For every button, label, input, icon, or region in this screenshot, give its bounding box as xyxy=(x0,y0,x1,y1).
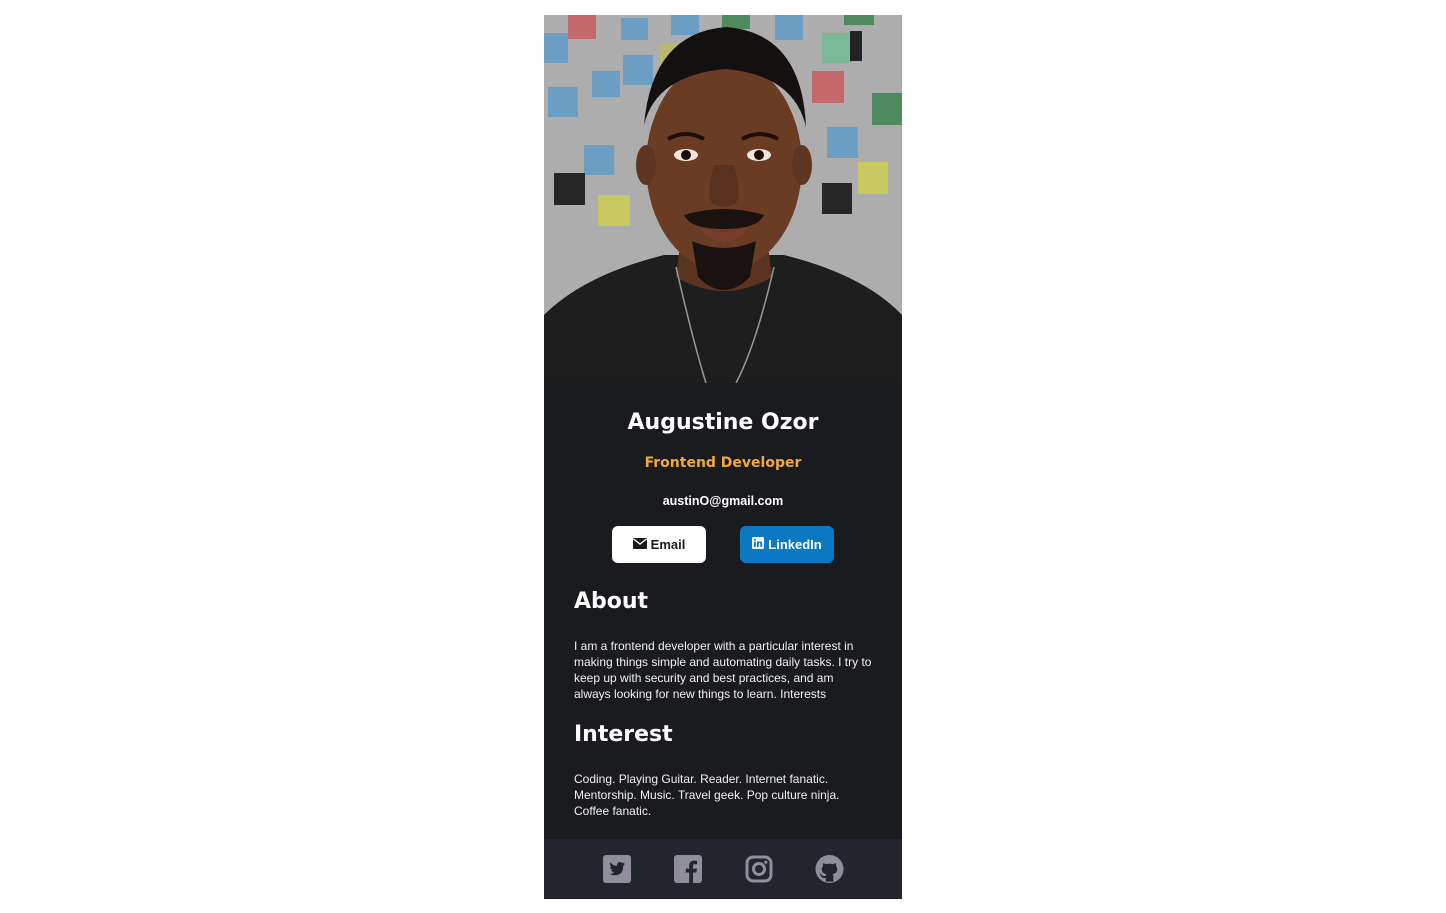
envelope-icon xyxy=(632,537,647,552)
email-button-label: Email xyxy=(650,537,686,552)
profile-name: Augustine Ozor xyxy=(627,410,819,435)
social-footer xyxy=(544,839,902,899)
linkedin-button-label: LinkedIn xyxy=(768,537,822,552)
profile-role: Frontend Developer xyxy=(644,455,802,471)
linkedin-icon xyxy=(752,537,765,552)
interest-section: Interest Coding. Playing Guitar. Reader.… xyxy=(544,702,902,819)
email-button[interactable]: Email xyxy=(612,526,706,563)
interest-text: Coding. Playing Guitar. Reader. Internet… xyxy=(574,772,840,818)
github-icon[interactable] xyxy=(815,854,844,884)
about-section: About I am a frontend developer with a p… xyxy=(544,563,902,702)
contact-buttons: Email LinkedIn xyxy=(544,526,902,563)
twitter-icon[interactable] xyxy=(602,855,631,884)
about-text: I am a frontend developer with a particu… xyxy=(574,639,872,701)
portrait-image xyxy=(544,15,902,383)
about-heading: About xyxy=(574,589,649,614)
profile-photo xyxy=(544,15,902,383)
interest-heading: Interest xyxy=(574,722,673,747)
profile-info: Augustine Ozor Frontend Developer austin… xyxy=(544,383,902,563)
linkedin-button[interactable]: LinkedIn xyxy=(740,526,834,563)
facebook-icon[interactable] xyxy=(673,855,702,884)
profile-card: Augustine Ozor Frontend Developer austin… xyxy=(544,15,902,899)
profile-email: austinO@gmail.com xyxy=(662,494,784,508)
instagram-icon[interactable] xyxy=(744,855,773,884)
